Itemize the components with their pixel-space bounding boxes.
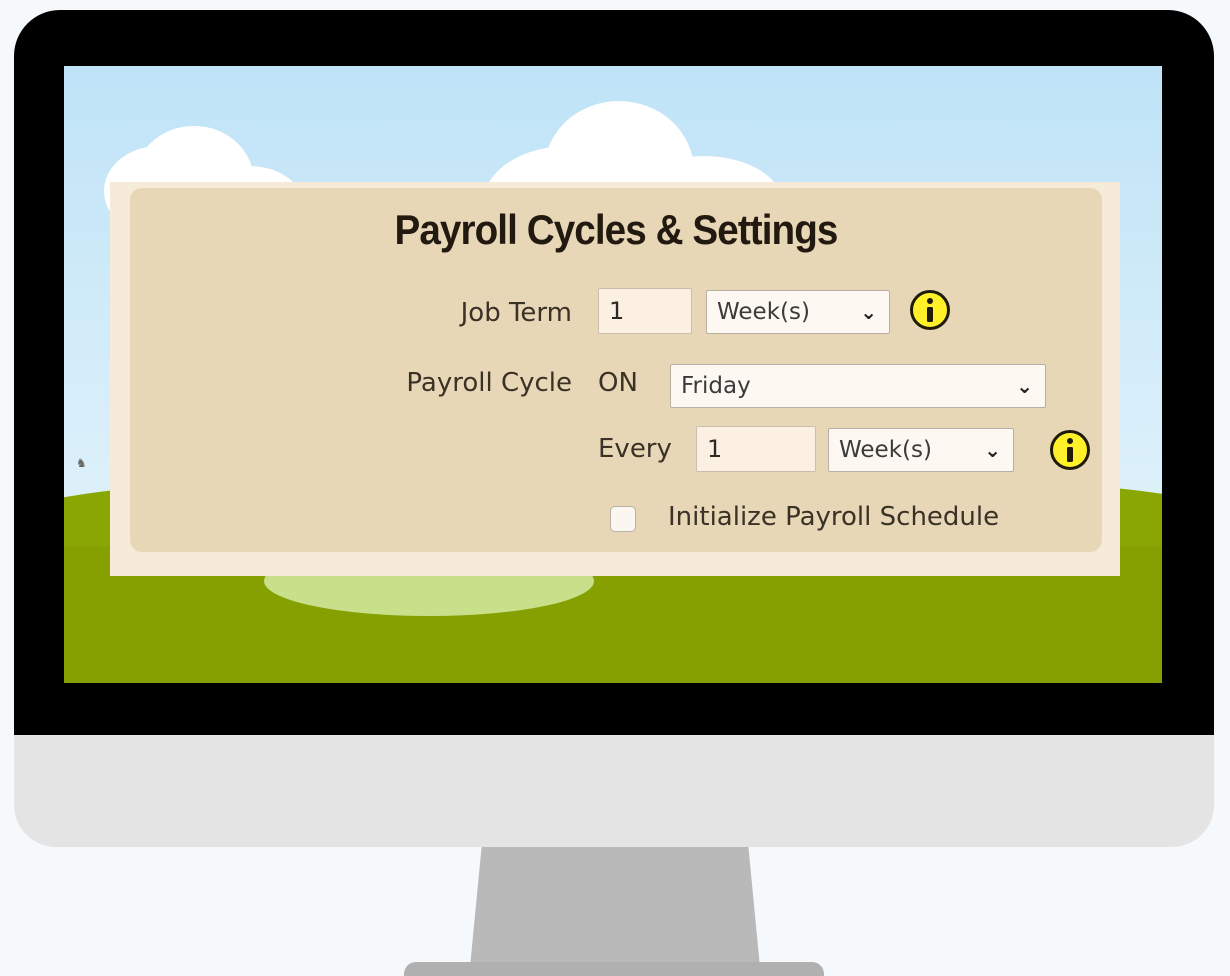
monitor-screen: ♞ Payroll Cycles & Settings Job Term 1 W… bbox=[64, 66, 1162, 683]
job-term-unit-select[interactable]: Week(s) ⌄ bbox=[706, 290, 890, 334]
monitor-stand bbox=[470, 847, 760, 967]
panel-title: Payroll Cycles & Settings bbox=[394, 206, 838, 253]
every-interval-input[interactable]: 1 bbox=[696, 426, 816, 472]
payroll-settings-panel: Payroll Cycles & Settings Job Term 1 Wee… bbox=[130, 188, 1102, 552]
chevron-down-icon: ⌄ bbox=[984, 438, 1001, 462]
job-term-label: Job Term bbox=[460, 298, 572, 328]
info-glyph bbox=[927, 298, 933, 322]
info-icon[interactable] bbox=[910, 290, 950, 330]
payroll-day-select[interactable]: Friday ⌄ bbox=[670, 364, 1046, 408]
payroll-cycle-label: Payroll Cycle bbox=[406, 368, 572, 398]
info-glyph bbox=[1067, 438, 1073, 462]
every-unit-value: Week(s) bbox=[839, 437, 932, 463]
payroll-day-value: Friday bbox=[681, 373, 751, 399]
info-icon[interactable] bbox=[1050, 430, 1090, 470]
initialize-payroll-label[interactable]: Initialize Payroll Schedule bbox=[668, 502, 999, 532]
initialize-payroll-checkbox[interactable] bbox=[610, 506, 636, 532]
every-unit-select[interactable]: Week(s) ⌄ bbox=[828, 428, 1014, 472]
monitor-chin bbox=[14, 735, 1214, 847]
lamb-icon: ♞ bbox=[76, 456, 87, 470]
every-label: Every bbox=[598, 434, 672, 464]
chevron-down-icon: ⌄ bbox=[860, 300, 877, 324]
payroll-cycle-on-label: ON bbox=[598, 368, 638, 398]
job-term-unit-value: Week(s) bbox=[717, 299, 810, 325]
job-term-input[interactable]: 1 bbox=[598, 288, 692, 334]
chevron-down-icon: ⌄ bbox=[1016, 374, 1033, 398]
monitor-stand-base bbox=[404, 962, 824, 976]
